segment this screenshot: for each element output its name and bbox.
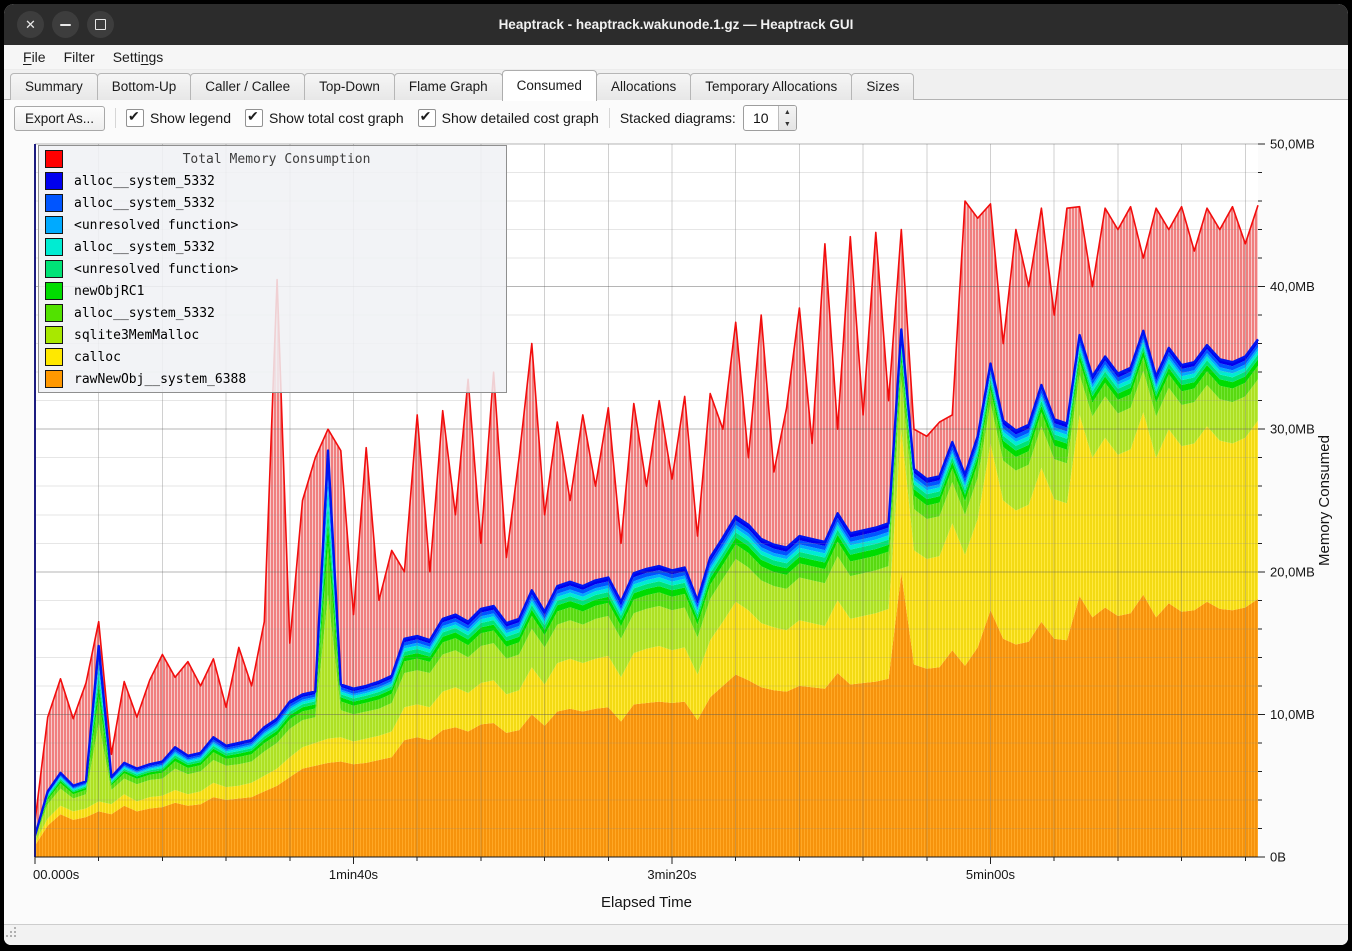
toolbar-separator: [609, 108, 610, 128]
legend-swatch: [45, 370, 63, 388]
tab-top-down[interactable]: Top-Down: [304, 73, 395, 100]
tab-caller-callee[interactable]: Caller / Callee: [190, 73, 305, 100]
x-axis-title: Elapsed Time: [601, 894, 692, 911]
tab-sizes[interactable]: Sizes: [851, 73, 914, 100]
legend-row: <unresolved function>: [39, 258, 506, 280]
app-window: ✕ Heaptrack - heaptrack.wakunode.1.gz — …: [4, 4, 1348, 945]
legend-row: rawNewObj__system_6388: [39, 368, 506, 390]
x-tick-label: 00.000s: [33, 867, 80, 882]
close-icon: ✕: [25, 18, 36, 31]
minimize-button[interactable]: [52, 11, 79, 38]
legend-swatch: [45, 304, 63, 322]
legend-label: Total Memory Consumption: [74, 152, 479, 167]
legend-swatch: [45, 150, 63, 168]
tab-temporary-allocations[interactable]: Temporary Allocations: [690, 73, 852, 100]
resize-grip[interactable]: [4, 925, 17, 938]
legend-swatch: [45, 238, 63, 256]
x-tick-label: 3min20s: [647, 867, 697, 882]
menubar: FileFilterSettings: [4, 45, 1348, 70]
maximize-icon: [95, 19, 106, 30]
legend-swatch: [45, 194, 63, 212]
y-axis-title: Memory Consumed: [1316, 435, 1333, 566]
y-tick-label: 50,0MB: [1270, 137, 1315, 152]
minimize-icon: [60, 24, 71, 26]
stacked-diagrams-control: Stacked diagrams: 10 ▲ ▼: [620, 105, 797, 131]
legend-row: <unresolved function>: [39, 214, 506, 236]
x-tick-label: 5min00s: [966, 867, 1016, 882]
checkbox-box[interactable]: ✔: [418, 109, 436, 127]
stacked-diagrams-value[interactable]: 10: [744, 106, 778, 130]
titlebar: ✕ Heaptrack - heaptrack.wakunode.1.gz — …: [4, 4, 1348, 45]
menu-item-settings[interactable]: Settings: [104, 47, 173, 67]
y-tick-label: 0B: [1270, 850, 1286, 865]
legend-label: alloc__system_5332: [74, 306, 215, 321]
legend-label: alloc__system_5332: [74, 240, 215, 255]
y-tick-label: 30,0MB: [1270, 422, 1315, 437]
maximize-button[interactable]: [87, 11, 114, 38]
tab-allocations[interactable]: Allocations: [596, 73, 691, 100]
spin-up-button[interactable]: ▲: [779, 106, 796, 118]
legend-row: alloc__system_5332: [39, 302, 506, 324]
spin-down-button[interactable]: ▼: [779, 118, 796, 130]
tab-summary[interactable]: Summary: [10, 73, 98, 100]
legend-label: <unresolved function>: [74, 218, 238, 233]
y-tick-label: 40,0MB: [1270, 279, 1315, 294]
legend-swatch: [45, 260, 63, 278]
legend-label: calloc: [74, 350, 121, 365]
statusbar: [4, 924, 1348, 945]
menu-item-file[interactable]: File: [14, 47, 55, 67]
window-title: Heaptrack - heaptrack.wakunode.1.gz — He…: [4, 17, 1348, 32]
legend-row: calloc: [39, 346, 506, 368]
close-button[interactable]: ✕: [17, 11, 44, 38]
legend-swatch: [45, 326, 63, 344]
legend-row: sqlite3MemMalloc: [39, 324, 506, 346]
tab-bottom-up[interactable]: Bottom-Up: [97, 73, 192, 100]
legend-swatch: [45, 172, 63, 190]
tab-consumed[interactable]: Consumed: [502, 70, 597, 101]
legend-swatch: [45, 216, 63, 234]
checkbox-box[interactable]: ✔: [126, 109, 144, 127]
chart-legend: Total Memory Consumption alloc__system_53…: [38, 145, 507, 393]
checkbox-label: Show total cost graph: [269, 110, 404, 126]
legend-row: alloc__system_5332: [39, 192, 506, 214]
checkbox-show-detailed-cost-graph[interactable]: ✔ Show detailed cost graph: [418, 109, 599, 127]
toolbar-separator: [115, 108, 116, 128]
tabbar: SummaryBottom-UpCaller / CalleeTop-DownF…: [4, 70, 1348, 100]
legend-label: alloc__system_5332: [74, 174, 215, 189]
checkbox-show-legend[interactable]: ✔ Show legend: [126, 109, 231, 127]
legend-row: alloc__system_5332: [39, 170, 506, 192]
legend-label: alloc__system_5332: [74, 196, 215, 211]
export-as-button[interactable]: Export As...: [14, 106, 105, 131]
legend-label: newObjRC1: [74, 284, 144, 299]
y-tick-label: 10,0MB: [1270, 707, 1315, 722]
chart-area: 00.000s 1min40s 3min20s 5min00s 0B 10,0MB 20,0…: [4, 136, 1348, 924]
tab-flame-graph[interactable]: Flame Graph: [394, 73, 503, 100]
stacked-diagrams-label: Stacked diagrams:: [620, 110, 736, 126]
legend-row: Total Memory Consumption: [39, 148, 506, 170]
spin-buttons: ▲ ▼: [778, 106, 796, 130]
legend-row: newObjRC1: [39, 280, 506, 302]
window-controls: ✕: [17, 11, 114, 38]
legend-label: <unresolved function>: [74, 262, 238, 277]
legend-label: rawNewObj__system_6388: [74, 372, 246, 387]
menu-item-filter[interactable]: Filter: [55, 47, 104, 67]
x-tick-label: 1min40s: [329, 867, 379, 882]
legend-swatch: [45, 282, 63, 300]
checkbox-label: Show detailed cost graph: [442, 110, 599, 126]
checkbox-label: Show legend: [150, 110, 231, 126]
checkbox-show-total-cost-graph[interactable]: ✔ Show total cost graph: [245, 109, 404, 127]
legend-row: alloc__system_5332: [39, 236, 506, 258]
toolbar: Export As... ✔ Show legend ✔ Show total cos…: [4, 100, 1348, 136]
stacked-diagrams-spinbox[interactable]: 10 ▲ ▼: [743, 105, 797, 131]
legend-label: sqlite3MemMalloc: [74, 328, 199, 343]
checkbox-box[interactable]: ✔: [245, 109, 263, 127]
y-tick-label: 20,0MB: [1270, 564, 1315, 579]
legend-swatch: [45, 348, 63, 366]
